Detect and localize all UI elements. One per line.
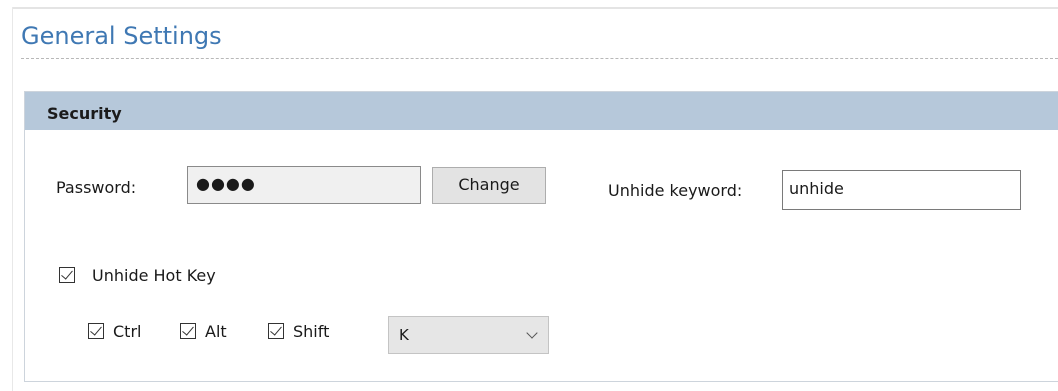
left-border	[12, 7, 13, 391]
ctrl-label: Ctrl	[113, 322, 142, 341]
unhide-keyword-input[interactable]: unhide	[782, 170, 1021, 210]
hotkey-key-value: K	[399, 326, 409, 344]
unhide-keyword-label: Unhide keyword:	[608, 181, 743, 200]
shift-checkbox[interactable]	[268, 323, 284, 339]
password-field: ●●●●	[187, 166, 421, 204]
section-header: Security	[25, 92, 1058, 130]
security-section: Security Password: ●●●● Change Unhide ke…	[24, 91, 1058, 382]
section-title: Security	[47, 104, 122, 123]
page-title: General Settings	[21, 22, 222, 50]
checkmark-icon	[182, 323, 194, 336]
alt-label: Alt	[205, 322, 227, 341]
shift-label: Shift	[293, 322, 330, 341]
unhide-hotkey-checkbox[interactable]	[59, 267, 75, 283]
alt-checkbox[interactable]	[180, 323, 196, 339]
ctrl-checkbox[interactable]	[88, 323, 104, 339]
checkmark-icon	[270, 323, 282, 336]
password-label: Password:	[56, 178, 137, 197]
checkmark-icon	[61, 267, 73, 280]
checkmark-icon	[90, 323, 102, 336]
hotkey-key-select[interactable]: K	[388, 316, 549, 354]
chevron-down-icon	[526, 327, 538, 339]
title-divider	[21, 58, 1058, 59]
unhide-hotkey-label: Unhide Hot Key	[92, 266, 216, 285]
general-settings-panel: General Settings Security Password: ●●●●…	[0, 0, 1058, 391]
top-border	[12, 7, 1058, 9]
change-password-button[interactable]: Change	[432, 167, 546, 204]
